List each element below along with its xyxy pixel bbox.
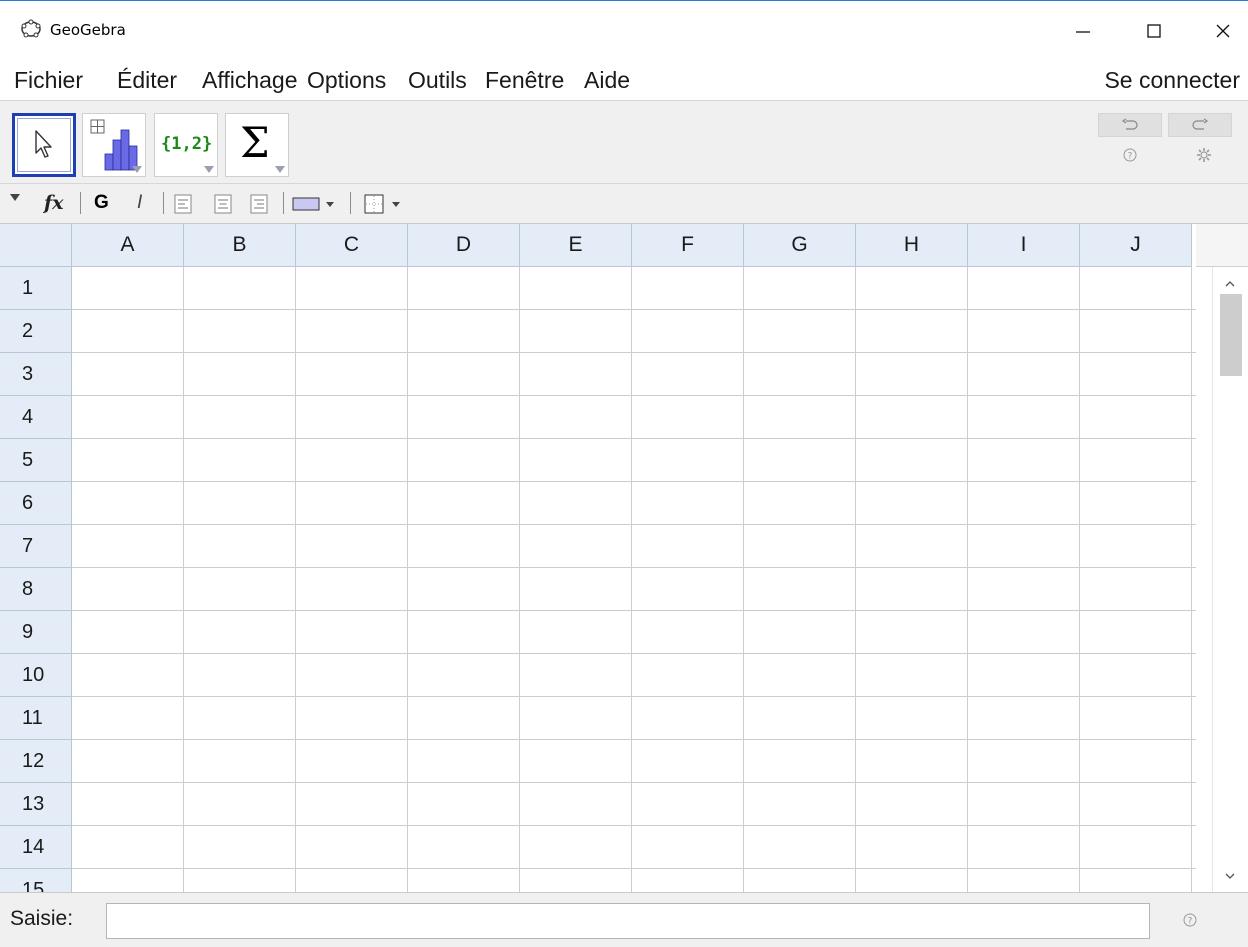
undo-icon bbox=[1121, 118, 1138, 130]
title-bar: GeoGebra bbox=[0, 0, 1248, 62]
dropdown-triangle-icon bbox=[275, 166, 285, 173]
toolbar: {1,2} Σ ? bbox=[0, 100, 1248, 184]
help-icon[interactable]: ? bbox=[1122, 147, 1138, 163]
formula-button[interactable]: fx bbox=[44, 192, 64, 214]
dropdown-triangle-icon bbox=[132, 166, 142, 173]
scroll-corner bbox=[1196, 224, 1248, 267]
select-all-corner[interactable] bbox=[0, 224, 72, 267]
svg-text:?: ? bbox=[1128, 152, 1133, 162]
dropdown-triangle-icon bbox=[204, 166, 214, 173]
command-input[interactable] bbox=[106, 903, 1150, 939]
minimize-button[interactable] bbox=[1060, 11, 1106, 51]
scroll-thumb[interactable] bbox=[1220, 294, 1242, 376]
row-header-5[interactable]: 5 bbox=[0, 439, 72, 482]
row-header-7[interactable]: 7 bbox=[0, 525, 72, 568]
chart-tool-button[interactable] bbox=[82, 113, 146, 177]
align-center-icon[interactable] bbox=[214, 194, 232, 214]
close-icon bbox=[1216, 24, 1230, 38]
undo-button[interactable] bbox=[1098, 113, 1162, 137]
svg-text:?: ? bbox=[1188, 917, 1193, 927]
bold-button[interactable]: G bbox=[94, 192, 109, 214]
row-header-12[interactable]: 12 bbox=[0, 740, 72, 783]
row-header-3[interactable]: 3 bbox=[0, 353, 72, 396]
bar-chart-icon bbox=[90, 119, 138, 171]
menu-affichage[interactable]: Affichage bbox=[202, 67, 297, 94]
column-header-g[interactable]: G bbox=[744, 224, 856, 267]
sum-icon: Σ bbox=[240, 118, 270, 167]
gear-icon[interactable] bbox=[1196, 147, 1212, 163]
row-header-6[interactable]: 6 bbox=[0, 482, 72, 525]
row-header-9[interactable]: 9 bbox=[0, 611, 72, 654]
menu-fenetre[interactable]: Fenêtre bbox=[485, 67, 564, 94]
menu-outils[interactable]: Outils bbox=[408, 67, 467, 94]
chevron-up-icon bbox=[1225, 281, 1235, 287]
column-header-b[interactable]: B bbox=[184, 224, 296, 267]
background-color-icon[interactable] bbox=[292, 196, 340, 212]
window-title: GeoGebra bbox=[50, 21, 126, 39]
column-header-f[interactable]: F bbox=[632, 224, 744, 267]
row-header-13[interactable]: 13 bbox=[0, 783, 72, 826]
maximize-button[interactable] bbox=[1131, 11, 1177, 51]
italic-button[interactable]: I bbox=[137, 192, 142, 214]
scroll-up-button[interactable] bbox=[1216, 274, 1244, 294]
sum-tool-button[interactable]: Σ bbox=[225, 113, 289, 177]
input-bar: Saisie: ? bbox=[0, 892, 1248, 947]
align-right-icon[interactable] bbox=[250, 194, 268, 214]
column-header-c[interactable]: C bbox=[296, 224, 408, 267]
column-header-i[interactable]: I bbox=[968, 224, 1080, 267]
row-header-11[interactable]: 11 bbox=[0, 697, 72, 740]
column-header-d[interactable]: D bbox=[408, 224, 520, 267]
cells[interactable] bbox=[72, 267, 1196, 892]
list-label: {1,2} bbox=[161, 134, 213, 154]
arrow-cursor-icon bbox=[35, 130, 52, 158]
redo-icon bbox=[1192, 118, 1209, 130]
row-header-8[interactable]: 8 bbox=[0, 568, 72, 611]
move-tool-button[interactable] bbox=[12, 113, 76, 177]
column-header-j[interactable]: J bbox=[1080, 224, 1192, 267]
column-header-h[interactable]: H bbox=[856, 224, 968, 267]
row-header-1[interactable]: 1 bbox=[0, 267, 72, 310]
menu-aide[interactable]: Aide bbox=[584, 67, 630, 94]
row-header-4[interactable]: 4 bbox=[0, 396, 72, 439]
login-link[interactable]: Se connecter bbox=[1104, 67, 1240, 94]
menu-editer[interactable]: Éditer bbox=[117, 67, 177, 94]
close-button[interactable] bbox=[1200, 11, 1246, 51]
geogebra-logo-icon bbox=[21, 19, 41, 38]
row-header-14[interactable]: 14 bbox=[0, 826, 72, 869]
spreadsheet: ABCDEFGHIJ 1 2 3 4 5 6 7 8 9 10 11 12 13 14 15 bbox=[0, 224, 1248, 892]
column-header-e[interactable]: E bbox=[520, 224, 632, 267]
menu-fichier[interactable]: Fichier bbox=[14, 67, 83, 94]
chevron-down-icon bbox=[1225, 873, 1235, 879]
minimize-icon bbox=[1076, 31, 1090, 33]
input-label: Saisie: bbox=[10, 907, 74, 930]
scroll-down-button[interactable] bbox=[1216, 866, 1244, 886]
row-header-15[interactable]: 15 bbox=[0, 869, 72, 892]
list-tool-button[interactable]: {1,2} bbox=[154, 113, 218, 177]
redo-button[interactable] bbox=[1168, 113, 1232, 137]
menu-bar: Fichier Éditer Affichage Options Outils … bbox=[0, 62, 1248, 100]
align-left-icon[interactable] bbox=[174, 194, 192, 214]
border-icon[interactable] bbox=[364, 194, 412, 214]
collapse-triangle-icon[interactable] bbox=[10, 194, 20, 202]
row-header-2[interactable]: 2 bbox=[0, 310, 72, 353]
help-icon[interactable]: ? bbox=[1182, 912, 1198, 928]
menu-options[interactable]: Options bbox=[307, 67, 386, 94]
style-bar: fx G I bbox=[0, 184, 1248, 224]
row-header-10[interactable]: 10 bbox=[0, 654, 72, 697]
column-header-a[interactable]: A bbox=[72, 224, 184, 267]
maximize-icon bbox=[1147, 24, 1161, 38]
